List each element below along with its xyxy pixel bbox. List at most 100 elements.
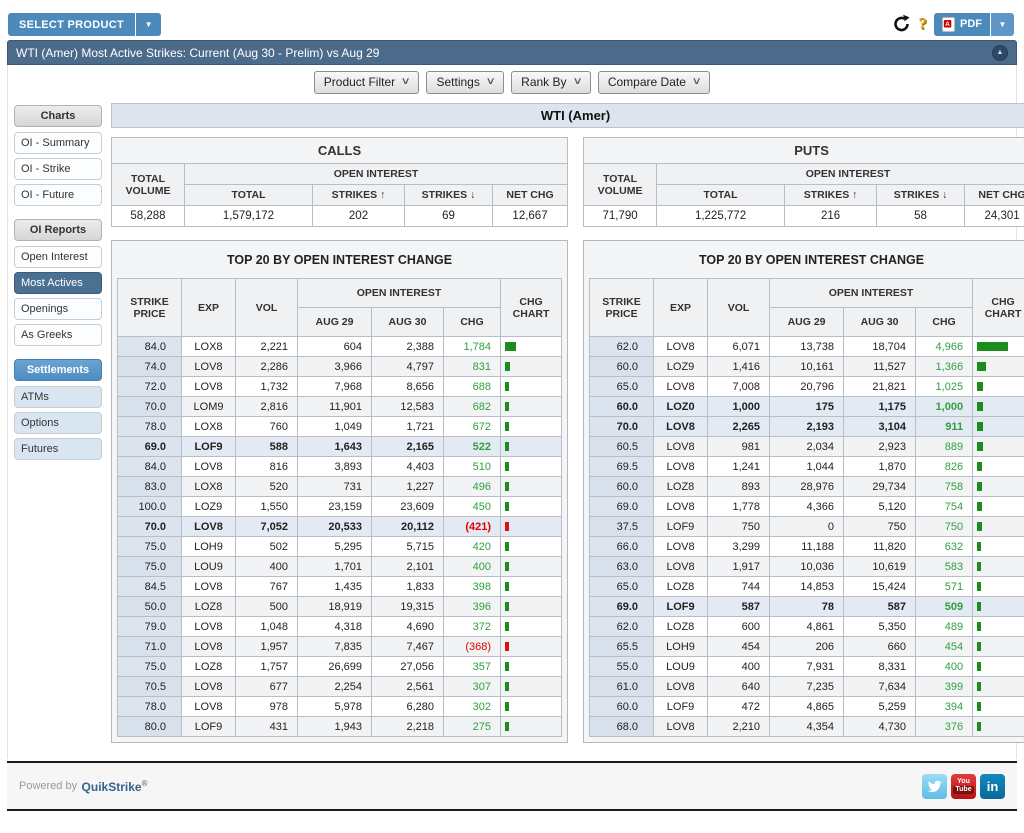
top20-row: 79.0LOV81,0484,3184,690372 <box>118 617 562 637</box>
top20-row: 74.0LOV82,2863,9664,797831 <box>118 357 562 377</box>
sidebar-item-futures[interactable]: Futures <box>14 438 102 460</box>
vol-cell: 981 <box>708 437 770 457</box>
strike-price-cell: 65.0 <box>590 377 654 397</box>
aug29-oi-cell: 4,366 <box>770 497 844 517</box>
exp-cell: LOV8 <box>654 457 708 477</box>
toolbar-button-product-filter[interactable]: Product Filter∨ <box>314 71 420 94</box>
chg-bar <box>505 622 509 631</box>
chg-cell: 454 <box>916 637 973 657</box>
toolbar-button-rank-by[interactable]: Rank By∨ <box>511 71 591 94</box>
chg-cell: 1,784 <box>444 337 501 357</box>
sidebar-item-atms[interactable]: ATMs <box>14 386 102 408</box>
pdf-dropdown-button[interactable]: ▼ <box>990 13 1014 36</box>
strike-price-cell: 68.0 <box>590 717 654 737</box>
youtube-icon[interactable]: You Tube <box>951 774 976 799</box>
chg-chart-cell <box>973 517 1024 537</box>
chg-chart-cell <box>501 357 562 377</box>
refresh-icon[interactable] <box>892 14 912 34</box>
exp-cell: LOV8 <box>182 677 236 697</box>
top20-row: 65.0LOV87,00820,79621,8211,025 <box>590 377 1024 397</box>
chg-cell: 394 <box>916 697 973 717</box>
title-bar: WTI (Amer) Most Active Strikes: Current … <box>7 40 1017 65</box>
strike-price-cell: 62.0 <box>590 337 654 357</box>
aug30-oi-cell: 10,619 <box>844 557 916 577</box>
top20-row: 60.0LOZ01,0001751,1751,000 <box>590 397 1024 417</box>
column-header-total: TOTAL <box>185 185 313 206</box>
puts-strikes-up: 216 <box>785 206 877 227</box>
aug29-oi-cell: 1,049 <box>298 417 372 437</box>
linkedin-icon[interactable]: in <box>980 774 1005 799</box>
chg-chart-cell <box>501 557 562 577</box>
vol-cell: 1,957 <box>236 637 298 657</box>
chg-chart-cell <box>501 337 562 357</box>
exp-cell: LOU9 <box>182 557 236 577</box>
toolbar-button-settings[interactable]: Settings∨ <box>426 71 504 94</box>
chg-bar <box>977 582 981 591</box>
chg-chart-cell <box>501 617 562 637</box>
calls-top20-panel: TOP 20 BY OPEN INTEREST CHANGE STRIKE PR… <box>111 240 568 743</box>
sidebar-item-open-interest[interactable]: Open Interest <box>14 246 102 268</box>
chg-chart-cell <box>973 497 1024 517</box>
strike-price-cell: 84.5 <box>118 577 182 597</box>
aug30-oi-cell: 2,388 <box>372 337 444 357</box>
chg-chart-cell <box>973 437 1024 457</box>
aug29-oi-cell: 2,034 <box>770 437 844 457</box>
exp-cell: LOH9 <box>654 637 708 657</box>
chg-chart-cell <box>973 477 1024 497</box>
vol-cell: 587 <box>708 597 770 617</box>
aug30-oi-cell: 7,634 <box>844 677 916 697</box>
vol-cell: 1,732 <box>236 377 298 397</box>
strike-price-cell: 55.0 <box>590 657 654 677</box>
aug30-oi-cell: 15,424 <box>844 577 916 597</box>
aug30-oi-cell: 6,280 <box>372 697 444 717</box>
strike-price-cell: 60.5 <box>590 437 654 457</box>
strike-price-cell: 60.0 <box>590 477 654 497</box>
aug30-oi-cell: 5,715 <box>372 537 444 557</box>
select-product-dropdown-button[interactable]: ▼ <box>135 13 161 36</box>
exp-cell: LOZ8 <box>182 597 236 617</box>
strike-price-cell: 75.0 <box>118 537 182 557</box>
sidebar-item-oi-summary[interactable]: OI - Summary <box>14 132 102 154</box>
quikstrike-link[interactable]: QuikStrike® <box>82 779 148 794</box>
chg-chart-cell <box>501 597 562 617</box>
strike-price-cell: 79.0 <box>118 617 182 637</box>
strike-price-cell: 84.0 <box>118 337 182 357</box>
strike-price-cell: 70.0 <box>118 397 182 417</box>
chg-bar <box>505 682 509 691</box>
exp-cell: LOF9 <box>182 437 236 457</box>
chevron-down-icon: ▼ <box>145 20 153 29</box>
sidebar-item-options[interactable]: Options <box>14 412 102 434</box>
top20-row: 70.0LOM92,81611,90112,583682 <box>118 397 562 417</box>
collapse-button[interactable]: ▲ <box>992 45 1008 61</box>
sidebar-item-as-greeks[interactable]: As Greeks <box>14 324 102 346</box>
column-header-aug30: AUG 30 <box>844 308 916 337</box>
help-icon[interactable]: ? <box>919 14 928 34</box>
strike-price-cell: 72.0 <box>118 377 182 397</box>
column-header-aug29: AUG 29 <box>298 308 372 337</box>
toolbar-button-compare-date[interactable]: Compare Date∨ <box>598 71 710 94</box>
sidebar-item-oi-future[interactable]: OI - Future <box>14 184 102 206</box>
top20-row: 72.0LOV81,7327,9688,656688 <box>118 377 562 397</box>
chg-bar <box>505 642 509 651</box>
twitter-icon[interactable] <box>922 774 947 799</box>
sidebar-item-most-actives[interactable]: Most Actives <box>14 272 102 294</box>
chg-cell: 372 <box>444 617 501 637</box>
exp-cell: LOF9 <box>654 597 708 617</box>
column-header-strike-price: STRIKE PRICE <box>118 279 182 337</box>
chg-bar <box>977 722 981 731</box>
vol-cell: 744 <box>708 577 770 597</box>
select-product-button[interactable]: SELECT PRODUCT <box>8 13 135 36</box>
chg-cell: 450 <box>444 497 501 517</box>
strike-price-cell: 63.0 <box>590 557 654 577</box>
sidebar-item-oi-strike[interactable]: OI - Strike <box>14 158 102 180</box>
top20-row: 69.0LOF95881,6432,165522 <box>118 437 562 457</box>
top20-row: 60.0LOF94724,8655,259394 <box>590 697 1024 717</box>
aug30-oi-cell: 4,730 <box>844 717 916 737</box>
strike-price-cell: 83.0 <box>118 477 182 497</box>
chg-bar <box>505 362 510 371</box>
chg-cell: 688 <box>444 377 501 397</box>
column-header-total-volume: TOTAL VOLUME <box>584 164 657 206</box>
pdf-button[interactable]: A PDF <box>934 13 990 36</box>
vol-cell: 816 <box>236 457 298 477</box>
sidebar-item-openings[interactable]: Openings <box>14 298 102 320</box>
